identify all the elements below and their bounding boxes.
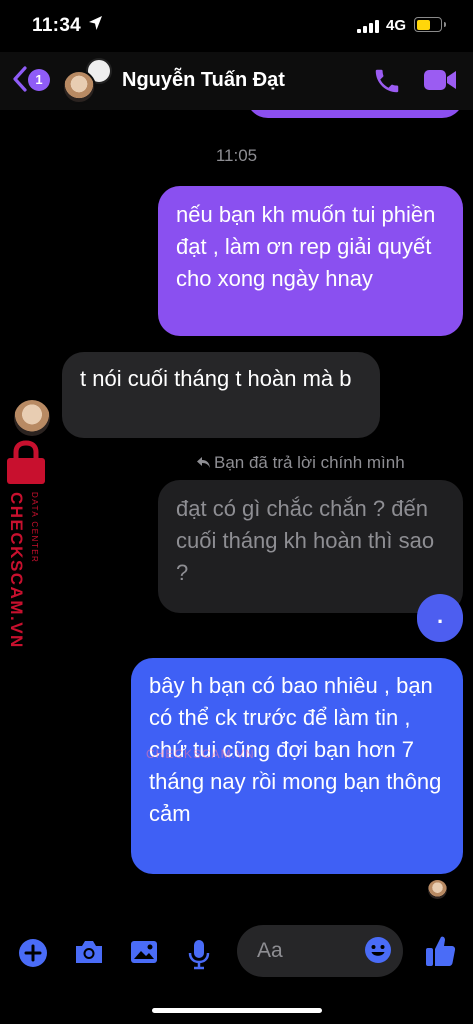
message-bubble-sent-dot[interactable]: .: [417, 594, 463, 642]
unread-badge: 1: [28, 69, 50, 91]
reply-arrow-icon: [197, 457, 210, 468]
emoji-icon[interactable]: [363, 935, 393, 970]
watermark-brand: CHECKSCAM.VN: [7, 492, 26, 649]
network-type: 4G: [386, 17, 407, 34]
contact-name[interactable]: Nguyễn Tuấn Đạt: [122, 69, 285, 92]
microphone-icon[interactable]: [186, 938, 212, 975]
contact-avatar-small[interactable]: [14, 400, 50, 436]
composer: Aa: [0, 920, 473, 990]
message-bubble-sent[interactable]: nếu bạn kh muốn tui phiền đạt , làm ơn r…: [158, 186, 463, 336]
message-input[interactable]: Aa: [237, 925, 403, 977]
watermark-center: CHECKSCAM.VN: [146, 747, 255, 761]
watermark-sub: DATA CENTER: [30, 492, 39, 564]
status-bar: 11:34 4G: [0, 0, 473, 52]
video-call-icon[interactable]: [423, 68, 457, 97]
message-input-placeholder: Aa: [257, 939, 283, 962]
message-bubble-sent[interactable]: bây h bạn có bao nhiêu , bạn có thể ck t…: [131, 658, 463, 874]
avatar-primary: [62, 70, 96, 104]
chat-header: 1 Nguyễn Tuấn Đạt: [0, 52, 473, 110]
seen-avatar: [428, 880, 447, 899]
camera-icon[interactable]: [73, 938, 105, 971]
signal-icon: [357, 19, 379, 33]
message-bubble-received[interactable]: t nói cuối tháng t hoàn mà b: [62, 352, 380, 438]
lock-icon: [7, 440, 45, 484]
chat-timestamp: 11:05: [215, 146, 258, 165]
location-arrow-icon: [88, 15, 103, 36]
status-time: 11:34: [32, 15, 82, 36]
plus-icon[interactable]: [18, 938, 48, 973]
reply-label: Bạn đã trả lời chính mình: [196, 453, 405, 473]
phone-call-icon[interactable]: [372, 66, 402, 101]
image-icon[interactable]: [129, 938, 159, 971]
home-indicator: [152, 1008, 322, 1013]
reply-label-text: Bạn đã trả lời chính mình: [214, 453, 405, 472]
battery-icon: [414, 17, 446, 32]
contact-avatar[interactable]: [62, 58, 112, 104]
message-bubble-quoted[interactable]: đạt có gì chắc chắn ? đến cuối tháng kh …: [158, 480, 463, 613]
thumbs-up-icon[interactable]: [424, 934, 456, 973]
